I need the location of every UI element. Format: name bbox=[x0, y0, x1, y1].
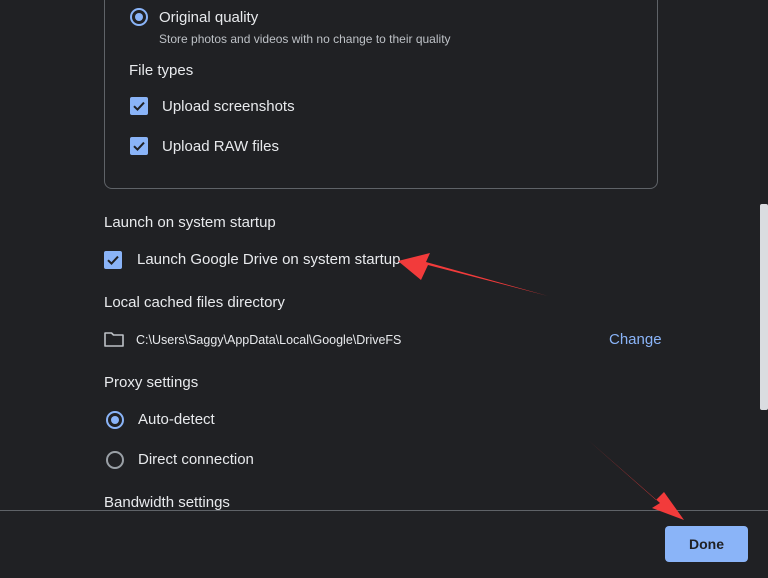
annotation-arrows bbox=[398, 253, 684, 520]
annotation-arrow bbox=[398, 253, 548, 296]
annotation-arrow bbox=[588, 440, 684, 520]
